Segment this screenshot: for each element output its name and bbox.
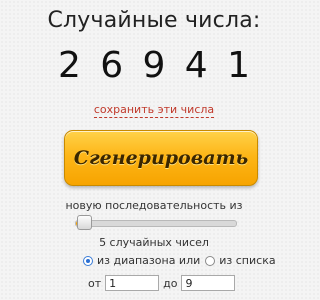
from-label: от — [88, 276, 102, 290]
list-radio[interactable] — [205, 255, 216, 266]
random-number: 6 — [100, 45, 124, 86]
to-label: до — [163, 276, 178, 290]
count-slider[interactable] — [75, 215, 237, 230]
count-slider-handle[interactable] — [77, 215, 92, 230]
source-selector: из диапазона или из списка — [83, 254, 281, 267]
generate-button[interactable]: Сгенерировать — [64, 130, 258, 186]
from-input[interactable] — [105, 275, 160, 291]
range-radio[interactable] — [83, 255, 93, 266]
sequence-label: новую последовательность из — [65, 199, 243, 212]
save-numbers-row: сохранить эти числа — [0, 103, 308, 118]
random-number: 1 — [227, 45, 250, 86]
random-number: 9 — [142, 45, 166, 86]
page-title: Случайные числа: — [47, 8, 261, 33]
random-number: 4 — [184, 45, 208, 86]
count-text: 5 случайных чисел — [99, 236, 209, 249]
save-numbers-link[interactable]: сохранить эти числа — [93, 103, 215, 118]
to-input[interactable] — [181, 275, 236, 291]
random-number: 2 — [58, 45, 81, 86]
random-numbers-display: 2 6 9 4 1 — [58, 44, 250, 88]
range-radio-label[interactable]: из диапазона или — [97, 254, 200, 267]
list-radio-label[interactable]: из списка — [219, 254, 275, 267]
range-inputs: от до — [88, 275, 239, 291]
